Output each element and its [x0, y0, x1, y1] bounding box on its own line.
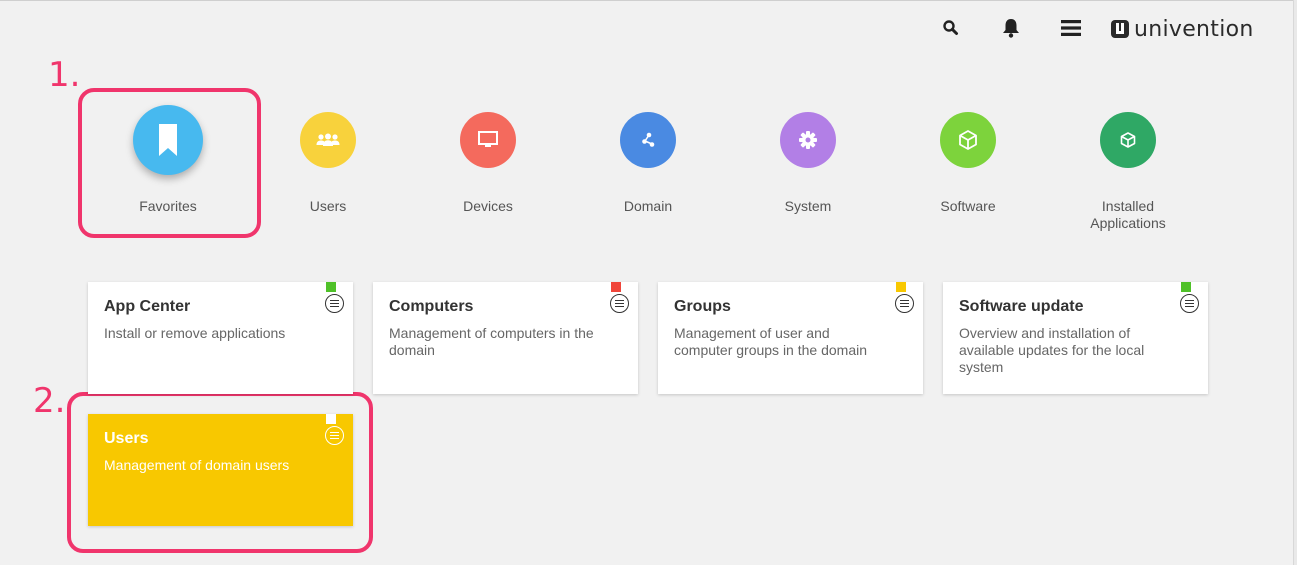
tile-menu-icon[interactable] — [895, 294, 914, 313]
users-circle — [300, 112, 356, 168]
tile-description: Management of computers in the domain — [389, 325, 594, 358]
bell-icon[interactable] — [999, 16, 1023, 40]
category-label: Favorites — [139, 198, 197, 214]
favorite-flag-icon — [896, 282, 906, 296]
category-label: Software — [940, 198, 996, 214]
installed-applications-circle — [1100, 112, 1156, 168]
network-icon — [642, 132, 655, 147]
category-users[interactable]: Users — [268, 112, 388, 215]
tile-description: Install or remove applications — [104, 325, 286, 341]
annotation-number-1: 1. — [48, 55, 81, 95]
tile-description: Management of user and computer groups i… — [674, 325, 867, 358]
univention-logo-mark-icon — [1111, 20, 1129, 38]
menu-icon[interactable] — [1059, 16, 1083, 40]
devices-circle — [460, 112, 516, 168]
category-label: Devices — [463, 198, 513, 214]
category-software[interactable]: Software — [908, 112, 1028, 215]
category-favorites[interactable]: Favorites — [108, 105, 228, 215]
tile-computers[interactable]: Computers Management of computers in the… — [373, 282, 638, 394]
system-circle — [780, 112, 836, 168]
favorite-flag-icon — [611, 282, 621, 296]
favorite-flag-icon — [326, 282, 336, 296]
tile-groups[interactable]: Groups Management of user and computer g… — [658, 282, 923, 394]
tile-title: Users — [104, 430, 149, 447]
tile-title: Computers — [389, 298, 474, 315]
software-circle — [940, 112, 996, 168]
tile-description: Overview and installation of available u… — [959, 325, 1145, 375]
category-label: Domain — [623, 198, 673, 214]
bookmark-icon — [159, 124, 177, 156]
tile-menu-icon[interactable] — [325, 426, 344, 445]
tile-menu-icon[interactable] — [610, 294, 629, 313]
tile-software-update[interactable]: Software update Overview and installatio… — [943, 282, 1208, 394]
category-label: System — [784, 198, 832, 214]
tile-description: Management of domain users — [104, 457, 290, 473]
search-icon[interactable] — [939, 16, 963, 40]
gear-icon — [799, 131, 817, 149]
favorite-flag-icon — [1181, 282, 1191, 296]
tile-title: Software update — [959, 298, 1084, 315]
monitor-icon — [478, 131, 498, 147]
favorite-flag-icon — [326, 414, 336, 428]
tile-users[interactable]: Users Management of domain users — [88, 414, 353, 526]
category-devices[interactable]: Devices — [428, 112, 548, 215]
category-domain[interactable]: Domain — [588, 112, 708, 215]
top-border — [0, 0, 1297, 4]
users-icon — [316, 133, 340, 146]
category-system[interactable]: System — [748, 112, 868, 215]
category-installed-applications[interactable]: Installed Applications — [1068, 112, 1188, 232]
tile-app-center[interactable]: App Center Install or remove application… — [88, 282, 353, 394]
category-label: Users — [309, 198, 347, 214]
right-scrollbar-track[interactable] — [1293, 0, 1297, 565]
favorites-circle — [133, 105, 203, 175]
tile-menu-icon[interactable] — [325, 294, 344, 313]
box-icon — [959, 130, 977, 150]
univention-logo[interactable]: univention — [1110, 14, 1254, 44]
tile-title: App Center — [104, 298, 191, 315]
package-icon — [1120, 132, 1136, 148]
tile-title: Groups — [674, 298, 731, 315]
category-label: Installed Applications — [1090, 198, 1166, 231]
brand-name: univention — [1134, 16, 1254, 42]
annotation-number-2: 2. — [33, 381, 66, 421]
domain-circle — [620, 112, 676, 168]
tile-menu-icon[interactable] — [1180, 294, 1199, 313]
